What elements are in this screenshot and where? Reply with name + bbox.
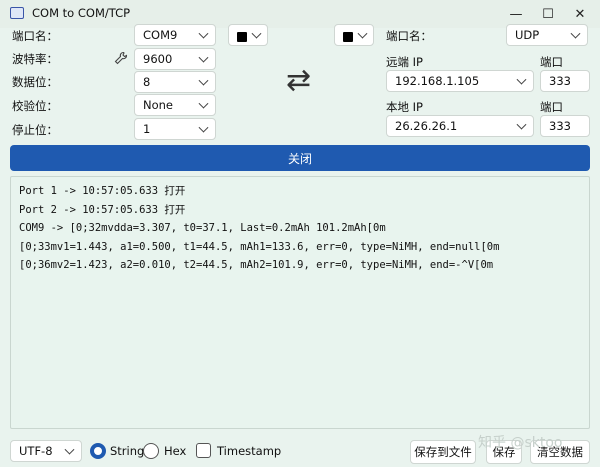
remote-ip-value: 192.168.1.105 <box>395 74 480 88</box>
maximize-button[interactable]: ☐ <box>534 4 562 24</box>
log-output[interactable]: Port 1 -> 10:57:05.633 打开 Port 2 -> 10:57… <box>10 176 590 429</box>
com-port-value: COM9 <box>143 28 178 42</box>
chevron-down-icon <box>516 119 527 130</box>
parity-value: None <box>143 98 174 112</box>
local-ip-label: 本地 IP <box>386 100 423 114</box>
stop-bits-value: 1 <box>143 122 151 136</box>
log-line: COM9 -> [0;32mvdda=3.307, t0=37.1, Last=… <box>19 222 386 234</box>
protocol-value: UDP <box>515 28 540 42</box>
window-title: COM to COM/TCP <box>32 6 131 20</box>
string-label[interactable]: String <box>110 444 144 458</box>
swap-icon[interactable]: ⇄ <box>286 66 311 96</box>
data-bits-label: 数据位： <box>12 75 58 89</box>
close-connection-button[interactable]: 关闭 <box>10 145 590 171</box>
serial-color-picker[interactable] <box>228 24 268 46</box>
log-line: [0;36mv2=1.423, a2=0.010, t2=44.5, mAh2=… <box>19 259 494 271</box>
parity-select[interactable]: None <box>134 94 216 116</box>
parity-label: 校验位： <box>12 99 58 113</box>
baud-rate-label: 波特率： <box>12 52 58 66</box>
chevron-down-icon <box>357 28 368 39</box>
chevron-down-icon <box>198 75 209 86</box>
chevron-down-icon <box>570 28 581 39</box>
remote-ip-label: 远端 IP <box>386 55 423 69</box>
data-bits-select[interactable]: 8 <box>134 71 216 93</box>
protocol-select[interactable]: UDP <box>506 24 588 46</box>
local-ip-value: 26.26.26.1 <box>395 119 458 133</box>
log-line: Port 1 -> 10:57:05.633 打开 <box>19 185 186 197</box>
chevron-down-icon <box>251 28 262 39</box>
chevron-down-icon <box>198 28 209 39</box>
com-port-select[interactable]: COM9 <box>134 24 216 46</box>
data-bits-value: 8 <box>143 75 151 89</box>
local-ip-select[interactable]: 26.26.26.1 <box>386 115 534 137</box>
remote-port-label: 端口 <box>540 55 563 69</box>
port-name-label: 端口名： <box>12 29 58 43</box>
chevron-down-icon <box>64 444 75 455</box>
timestamp-label[interactable]: Timestamp <box>217 444 281 458</box>
hex-radio[interactable] <box>143 443 159 459</box>
baud-rate-select[interactable]: 9600 <box>134 48 216 70</box>
chevron-down-icon <box>198 98 209 109</box>
chevron-down-icon <box>198 52 209 63</box>
color-swatch <box>343 32 353 42</box>
app-icon <box>10 7 24 19</box>
encoding-select[interactable]: UTF-8 <box>10 440 82 462</box>
wrench-icon[interactable] <box>114 51 128 65</box>
encoding-value: UTF-8 <box>19 444 53 458</box>
timestamp-checkbox[interactable] <box>196 443 211 458</box>
local-port-input[interactable]: 333 <box>540 115 590 137</box>
remote-port-input[interactable]: 333 <box>540 70 590 92</box>
network-port-label: 端口名： <box>386 29 432 43</box>
watermark: 知乎 @sktoo <box>478 435 563 451</box>
hex-label[interactable]: Hex <box>164 444 186 458</box>
close-window-button[interactable]: ✕ <box>566 4 594 24</box>
remote-ip-select[interactable]: 192.168.1.105 <box>386 70 534 92</box>
chevron-down-icon <box>198 122 209 133</box>
network-color-picker[interactable] <box>334 24 374 46</box>
log-line: [0;33mv1=1.443, a1=0.500, t1=44.5, mAh1=… <box>19 240 500 253</box>
stop-bits-label: 停止位： <box>12 123 58 137</box>
stop-bits-select[interactable]: 1 <box>134 118 216 140</box>
log-line: Port 2 -> 10:57:05.633 打开 <box>19 203 186 216</box>
local-port-label: 端口 <box>540 100 563 114</box>
color-swatch <box>237 32 247 42</box>
chevron-down-icon <box>516 74 527 85</box>
save-to-file-button[interactable]: 保存到文件 <box>410 440 476 464</box>
minimize-button[interactable]: — <box>502 4 530 24</box>
string-radio[interactable] <box>90 443 106 459</box>
baud-rate-value: 9600 <box>143 52 173 66</box>
